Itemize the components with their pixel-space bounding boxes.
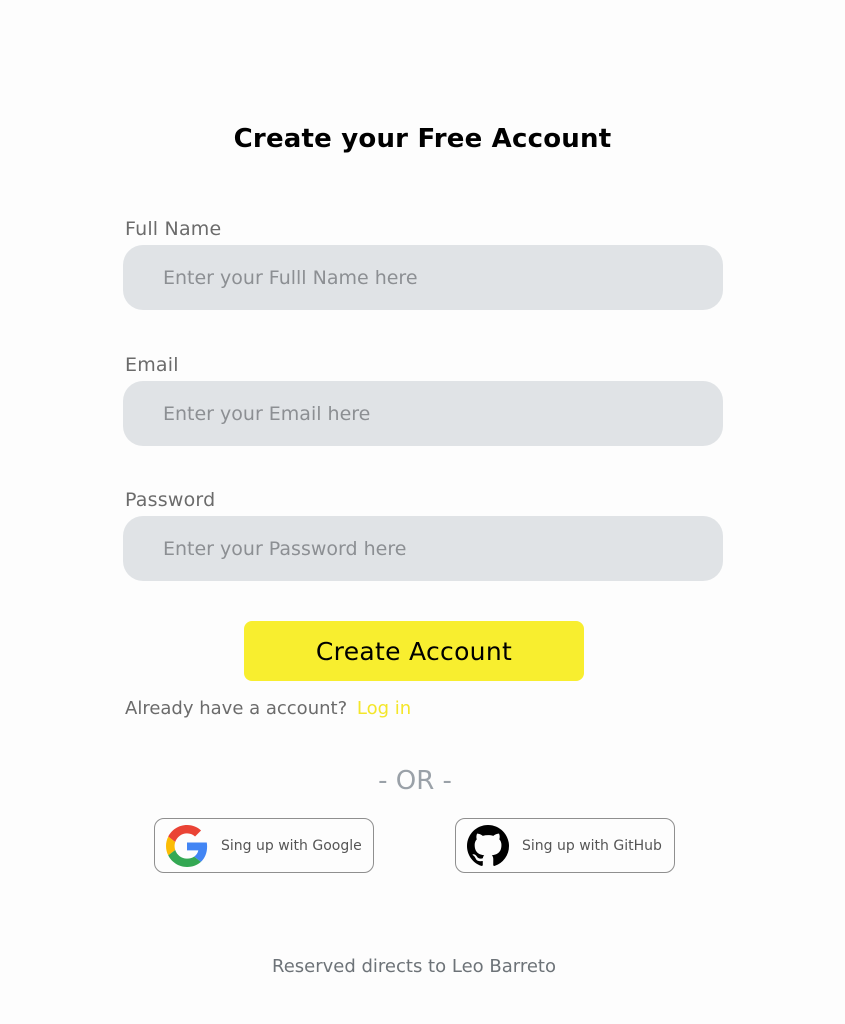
login-prompt-text: Already have a account? — [125, 698, 348, 719]
password-label: Password — [125, 489, 216, 511]
login-link[interactable]: Log in — [357, 698, 411, 719]
full-name-label: Full Name — [125, 218, 222, 240]
github-signup-label: Sing up with GitHub — [522, 837, 662, 854]
google-icon — [165, 824, 209, 868]
google-signup-label: Sing up with Google — [221, 837, 362, 854]
email-input[interactable] — [123, 381, 723, 446]
google-signup-button[interactable]: Sing up with Google — [154, 818, 374, 873]
full-name-input[interactable] — [123, 245, 723, 310]
github-icon — [466, 824, 510, 868]
page-title: Create your Free Account — [233, 124, 612, 154]
password-input[interactable] — [123, 516, 723, 581]
footer-credit: Reserved directs to Leo Barreto — [272, 956, 556, 977]
login-prompt: Already have a account? Log in — [125, 698, 411, 719]
github-signup-button[interactable]: Sing up with GitHub — [455, 818, 675, 873]
create-account-button[interactable]: Create Account — [244, 621, 584, 681]
or-divider: - OR - — [378, 766, 452, 796]
email-label: Email — [125, 354, 179, 376]
